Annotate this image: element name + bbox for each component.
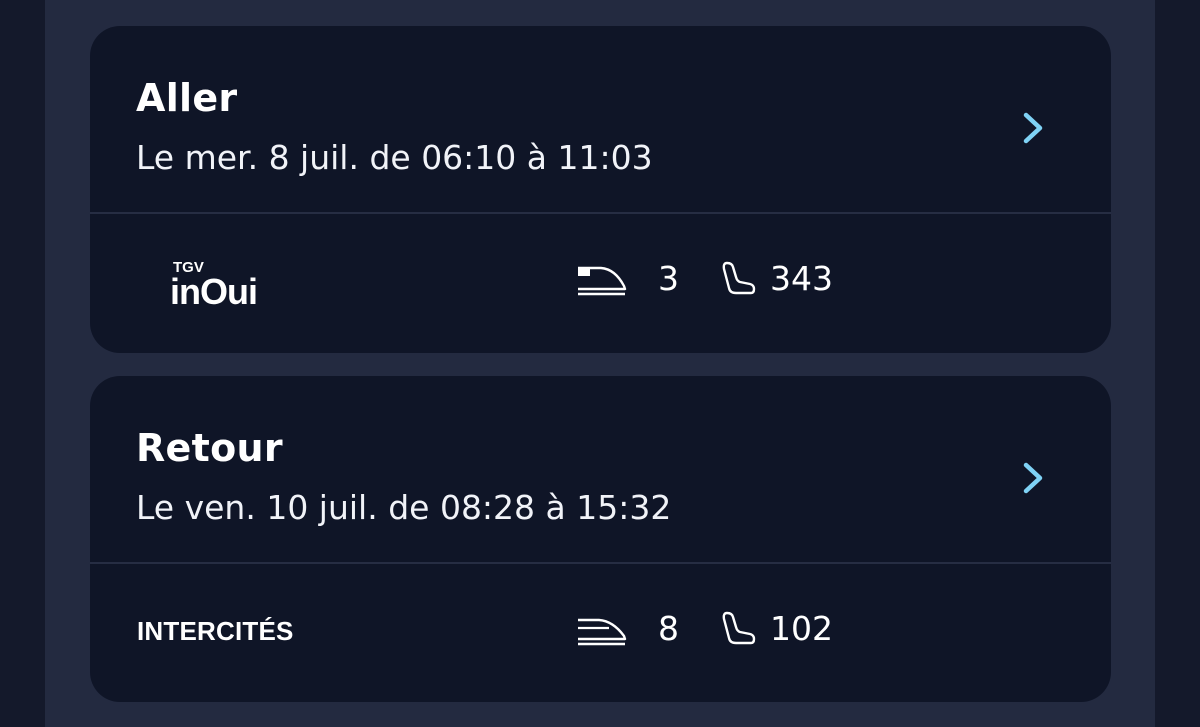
tgv-train-icon: [578, 266, 627, 296]
chevron-right-icon[interactable]: [1015, 460, 1051, 496]
intercites-train-icon: [578, 618, 627, 646]
train-number: 8: [658, 609, 679, 648]
brand-main-text: inOui: [170, 271, 257, 312]
trip-details: Le mer. 8 juil. de 06:10 à 11:03: [136, 138, 653, 177]
train-number: 3: [658, 259, 679, 298]
tgv-inoui-logo: TGV inOui: [170, 259, 258, 312]
trip-header[interactable]: Aller Le mer. 8 juil. de 06:10 à 11:03: [90, 26, 1111, 212]
chevron-right-icon[interactable]: [1015, 110, 1051, 146]
trip-footer: INTERCITÉS 8 102: [90, 564, 1111, 702]
trip-card-retour[interactable]: Retour Le ven. 10 juil. de 08:28 à 15:32…: [90, 376, 1111, 702]
trip-details: Le ven. 10 juil. de 08:28 à 15:32: [136, 488, 672, 527]
trip-header[interactable]: Retour Le ven. 10 juil. de 08:28 à 15:32: [90, 376, 1111, 562]
trip-footer: TGV inOui 3 343: [90, 214, 1111, 352]
trip-title: Aller: [136, 76, 238, 120]
trip-title: Retour: [136, 426, 283, 470]
seat-number: 102: [770, 609, 833, 648]
seat-number: 343: [770, 259, 833, 298]
seat-icon: [722, 261, 756, 295]
intercites-logo: INTERCITÉS: [137, 616, 294, 646]
seat-icon: [722, 611, 756, 645]
trip-card-aller[interactable]: Aller Le mer. 8 juil. de 06:10 à 11:03 T…: [90, 26, 1111, 353]
